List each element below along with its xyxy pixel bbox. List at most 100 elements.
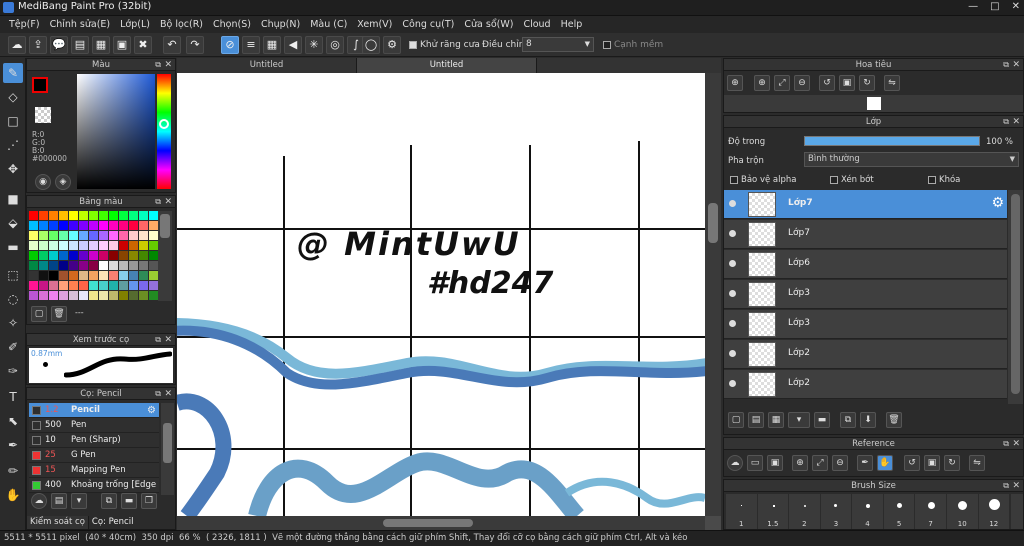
close-icon[interactable]: ✕ bbox=[164, 388, 172, 400]
transparent-swatch[interactable] bbox=[35, 107, 51, 123]
zoom-in-icon[interactable]: ⊕ bbox=[754, 75, 770, 91]
palette-swatch[interactable] bbox=[49, 291, 58, 300]
close-icon[interactable]: ✕ bbox=[1012, 59, 1020, 71]
palette-swatch[interactable] bbox=[149, 251, 158, 260]
flip-icon[interactable]: ⇋ bbox=[969, 455, 985, 471]
eye-icon[interactable] bbox=[729, 320, 736, 327]
close-icon[interactable]: ✕ bbox=[1012, 116, 1020, 128]
hue-handle[interactable] bbox=[159, 119, 169, 129]
palette-swatch[interactable] bbox=[119, 291, 128, 300]
vanishing-snap-icon[interactable]: ◀ bbox=[284, 36, 302, 54]
palette-swatch[interactable] bbox=[109, 261, 118, 270]
palette-swatch[interactable] bbox=[149, 211, 158, 220]
clipping-checkbox[interactable]: Xén bớt bbox=[830, 175, 874, 185]
palette-swatch[interactable] bbox=[139, 231, 148, 240]
palette-swatch[interactable] bbox=[119, 251, 128, 260]
lock-checkbox[interactable]: Khóa bbox=[928, 175, 960, 185]
hand-icon[interactable]: ✋ bbox=[877, 455, 893, 471]
canvas-horizontal-scrollbar[interactable] bbox=[177, 516, 705, 530]
menu-edit[interactable]: Chỉnh sửa(E) bbox=[45, 19, 116, 30]
eyedropper-icon[interactable]: ✒ bbox=[857, 455, 873, 471]
tab-brush-pencil[interactable]: Cọ: Pencil bbox=[88, 516, 137, 529]
layer-menu-icon[interactable]: ▾ bbox=[788, 412, 810, 428]
eye-icon[interactable] bbox=[729, 200, 736, 207]
folder-icon[interactable]: ▬ bbox=[814, 412, 830, 428]
palette-swatch[interactable] bbox=[69, 291, 78, 300]
palette-swatch[interactable] bbox=[149, 291, 158, 300]
gear-icon[interactable]: ⚙ bbox=[147, 403, 156, 418]
palette-swatch[interactable] bbox=[99, 291, 108, 300]
palette-swatch[interactable] bbox=[59, 231, 68, 240]
palette-add-icon[interactable]: ◈ bbox=[55, 174, 71, 190]
palette-swatch[interactable] bbox=[129, 241, 138, 250]
gear-icon[interactable]: ⚙ bbox=[383, 36, 401, 54]
gear-icon[interactable]: ⚙ bbox=[991, 195, 1004, 211]
palette-swatch[interactable] bbox=[89, 251, 98, 260]
palette-swatch[interactable] bbox=[119, 221, 128, 230]
palette-swatch[interactable] bbox=[49, 211, 58, 220]
palette-swatch[interactable] bbox=[39, 291, 48, 300]
palette-scrollbar[interactable] bbox=[158, 211, 172, 301]
brush-size-cell[interactable]: 1.5 bbox=[757, 494, 789, 529]
palette-swatch[interactable] bbox=[89, 271, 98, 280]
move-tool-icon[interactable]: ✥ bbox=[3, 159, 23, 179]
palette-swatch[interactable] bbox=[119, 241, 128, 250]
menu-file[interactable]: Tệp(F) bbox=[4, 19, 45, 30]
palette-swatch[interactable] bbox=[79, 291, 88, 300]
palette-swatch[interactable] bbox=[39, 281, 48, 290]
brush-size-cell[interactable]: 1 bbox=[726, 494, 757, 529]
layer-row[interactable]: Lớp3 bbox=[724, 280, 1007, 309]
brush-size-cell[interactable]: 10 bbox=[946, 494, 978, 529]
palette-swatch[interactable] bbox=[39, 261, 48, 270]
protect-alpha-checkbox[interactable]: Bảo vệ alpha bbox=[730, 175, 796, 185]
palette-swatch[interactable] bbox=[149, 241, 158, 250]
close-icon[interactable]: ✕ bbox=[164, 196, 172, 208]
palette-swatch[interactable] bbox=[89, 231, 98, 240]
tab-untitled-2[interactable]: Untitled bbox=[357, 58, 537, 73]
palette-swatch[interactable] bbox=[129, 291, 138, 300]
menu-filter[interactable]: Bộ lọc(R) bbox=[155, 19, 208, 30]
brush-item-mapping-pen[interactable]: 15 Mapping Pen bbox=[29, 463, 159, 478]
palette-swatch[interactable] bbox=[29, 261, 38, 270]
brush-size-cell[interactable]: 3 bbox=[820, 494, 852, 529]
palette-swatch[interactable] bbox=[99, 251, 108, 260]
comment-icon[interactable]: 💬 bbox=[50, 36, 68, 54]
palette-swatch[interactable] bbox=[119, 271, 128, 280]
palette-swatch[interactable] bbox=[49, 251, 58, 260]
palette-icon[interactable]: ◉ bbox=[35, 174, 51, 190]
palette-swatch[interactable] bbox=[79, 241, 88, 250]
palette-swatch[interactable] bbox=[129, 281, 138, 290]
operation-tool-icon[interactable]: ⬉ bbox=[3, 411, 23, 431]
layer-scrollbar[interactable] bbox=[1008, 190, 1023, 404]
palette-swatch[interactable] bbox=[129, 221, 138, 230]
palette-swatch[interactable] bbox=[79, 281, 88, 290]
layer-row[interactable]: Lớp6 bbox=[724, 250, 1007, 279]
palette-swatch[interactable] bbox=[89, 291, 98, 300]
palette-swatch[interactable] bbox=[59, 281, 68, 290]
palette-swatch[interactable] bbox=[29, 231, 38, 240]
menu-color[interactable]: Màu (C) bbox=[305, 19, 352, 30]
palette-swatch[interactable] bbox=[69, 261, 78, 270]
brush-item-pencil[interactable]: 1.2 Pencil ⚙ bbox=[29, 403, 159, 418]
brush-item-edge[interactable]: 400 Khoảng trống [Edge bbox=[29, 478, 159, 493]
palette-swatch[interactable] bbox=[29, 291, 38, 300]
eye-icon[interactable] bbox=[729, 380, 736, 387]
brush-size-scrollbar[interactable] bbox=[1011, 494, 1023, 529]
tab-untitled-1[interactable]: Untitled bbox=[177, 58, 357, 73]
palette-swatch[interactable] bbox=[39, 271, 48, 280]
palette-swatch[interactable] bbox=[89, 221, 98, 230]
magic-wand-tool-icon[interactable]: ✧ bbox=[3, 313, 23, 333]
palette-swatch[interactable] bbox=[109, 231, 118, 240]
drawing-canvas[interactable]: @ MintUwU #hd247 bbox=[177, 73, 705, 516]
palette-swatch[interactable] bbox=[49, 241, 58, 250]
fill-rect-tool-icon[interactable]: ■ bbox=[3, 189, 23, 209]
palette-swatch[interactable] bbox=[39, 251, 48, 260]
menu-window[interactable]: Cửa sổ(W) bbox=[459, 19, 518, 30]
palette-swatch[interactable] bbox=[29, 281, 38, 290]
palette-swatch[interactable] bbox=[119, 231, 128, 240]
saturation-picker[interactable] bbox=[77, 74, 155, 189]
fit-icon[interactable]: ⤢ bbox=[812, 455, 828, 471]
palette-swatch[interactable] bbox=[69, 251, 78, 260]
canvas-vertical-scrollbar[interactable] bbox=[705, 73, 721, 516]
palette-swatch[interactable] bbox=[139, 261, 148, 270]
